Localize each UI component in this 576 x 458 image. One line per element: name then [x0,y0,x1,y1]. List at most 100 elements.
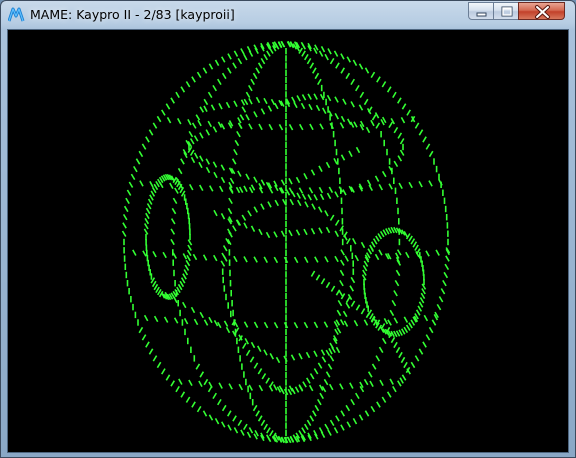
globe-dash [218,103,223,110]
globe-dash [273,322,279,329]
globe-dash [386,391,392,398]
globe-dash [419,297,425,304]
globe-dash [350,276,356,284]
globe-dash [288,178,293,185]
globe-dash [328,186,334,193]
globe-dash [363,319,369,326]
globe-dash [260,203,265,210]
globe-dash [220,260,226,267]
close-button[interactable] [518,2,565,20]
globe-dash [260,108,266,115]
globe-dash [334,113,340,120]
globe-dash [177,283,183,291]
globe-dash [303,256,309,263]
globe-dash [342,189,347,196]
globe-dash [288,124,294,131]
globe-dash [395,269,401,277]
globe-dash [298,187,304,194]
globe-dash [148,348,154,355]
globe-dash [337,299,343,307]
globe-dash [249,356,255,363]
globe-dash [388,183,393,190]
globe-dash [296,95,301,102]
globe-dash [213,320,219,327]
globe-dash [202,410,208,417]
globe-dash [152,251,157,258]
globe-dash [188,379,193,386]
globe-dash [212,392,217,400]
globe-dash [202,67,208,74]
globe-dash [293,322,299,329]
globe-dash [257,62,263,69]
minimize-button[interactable] [468,2,494,20]
globe-dash [182,253,188,260]
globe-dash [398,351,403,359]
globe-dash [193,135,199,142]
globe-dash [236,130,241,138]
globe-dash [443,271,449,279]
globe-dash [221,56,226,63]
globe-dash [221,404,227,412]
globe-dash [220,164,226,171]
globe-dash [320,349,326,356]
globe-dash [358,414,364,421]
globe-dash [324,256,329,263]
globe-dash [358,104,364,111]
globe-dash [418,129,424,136]
globe-dash [304,423,309,431]
globe-dash [162,251,167,259]
globe-dash [227,207,233,215]
maximize-button[interactable] [493,2,519,20]
globe-dash [187,239,193,246]
globe-dash [352,59,358,66]
globe-dash [252,72,258,80]
globe-dash [354,254,359,262]
globe-dash [212,84,217,92]
globe-dash [319,193,325,201]
globe-dash [171,207,177,215]
globe-dash [349,382,354,389]
globe-dash [232,225,237,232]
globe-dash [278,124,284,131]
title-bar[interactable]: MAME: Kaypro II - 2/83 [kayproii] [1,1,575,30]
emulator-screen[interactable] [8,30,568,452]
globe-dash [334,96,339,103]
globe-dash [145,207,151,215]
globe-dash [359,91,365,99]
globe-dash [269,430,274,437]
globe-dash [255,96,261,104]
globe-dash [141,143,147,150]
globe-dash [203,105,208,112]
globe-dash [318,227,323,234]
globe-dash [233,255,238,263]
globe-dash [123,205,129,213]
globe-dash [197,119,202,127]
globe-dash [318,186,324,194]
globe-dash [291,96,296,103]
globe-dash [340,410,345,417]
globe-dash [195,114,201,121]
globe-dash [309,373,315,380]
globe-dash [324,210,329,217]
globe-dash [375,235,380,242]
globe-dash [436,303,442,311]
globe-dash [238,383,243,391]
globe-dash [329,383,334,391]
maximize-icon [501,6,513,17]
globe-dash [227,67,232,74]
globe-dash [175,385,180,393]
app-window: MAME: Kaypro II - 2/83 [kayproii] [0,0,576,458]
globe-dash [414,244,419,251]
globe-dash [304,53,309,61]
globe-dash [435,249,440,256]
globe-dash [142,250,147,257]
globe-dash [301,94,307,101]
globe-dash [351,238,357,245]
globe-dash [369,380,374,387]
globe-dash [313,368,319,375]
globe-dash [133,165,138,173]
globe-dash [191,122,197,129]
globe-dash [336,309,342,317]
mame-icon[interactable] [8,7,26,23]
globe-dash [408,181,413,189]
